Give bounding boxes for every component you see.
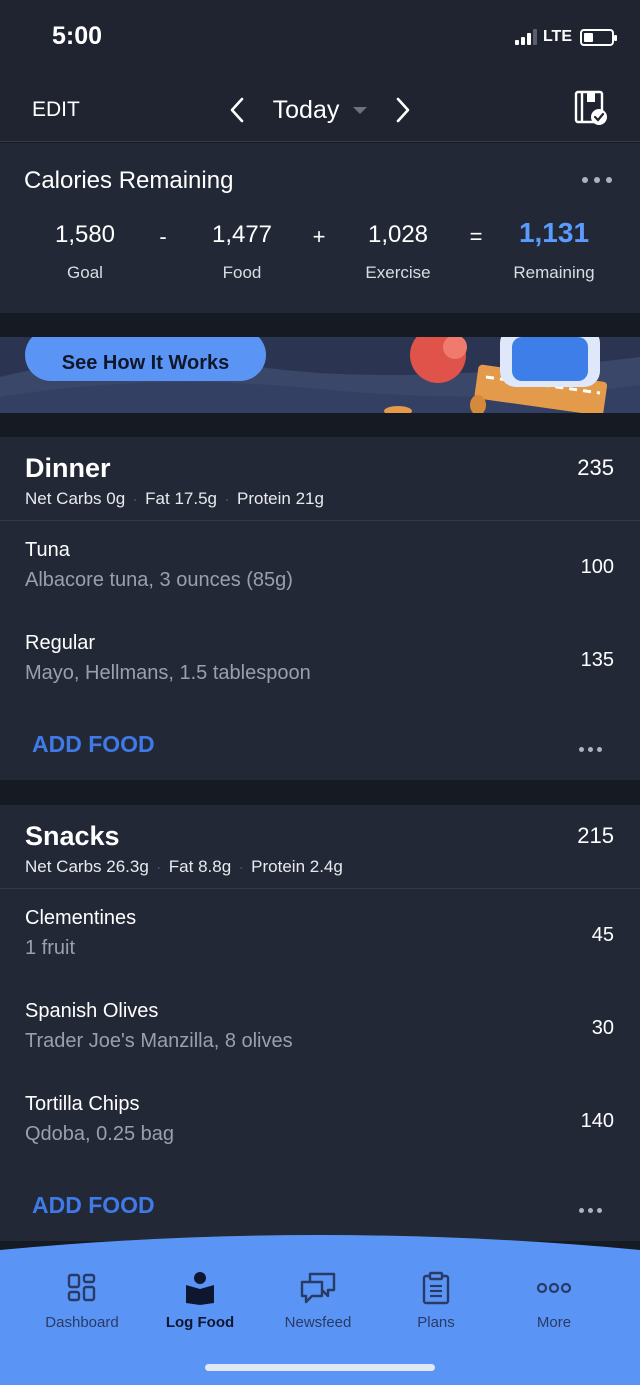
- meal-calories: 235: [577, 455, 614, 480]
- plus-operator: +: [312, 224, 326, 249]
- date-navigator: Today: [0, 92, 640, 128]
- date-label: Today: [272, 95, 340, 124]
- food-name: Regular: [25, 632, 96, 654]
- food-label: Food: [222, 263, 262, 282]
- tab-label: Newsfeed: [284, 1314, 352, 1331]
- more-options-icon[interactable]: [579, 747, 602, 752]
- food-calories: 140: [580, 1110, 614, 1132]
- see-how-it-works-button[interactable]: See How It Works: [25, 337, 266, 381]
- tab-log-food[interactable]: Log Food: [141, 1268, 259, 1331]
- more-options-icon[interactable]: [579, 1208, 602, 1213]
- food-description: Albacore tuna, 3 ounces (85g): [25, 569, 293, 591]
- status-indicators: LTE: [514, 28, 617, 46]
- net-carbs: Net Carbs 0g: [25, 489, 126, 508]
- separator-dot: ·: [225, 492, 229, 506]
- separator-dot: ·: [239, 860, 244, 874]
- fat: Fat 17.5g: [145, 489, 217, 508]
- tab-label: Dashboard: [45, 1314, 119, 1331]
- macro-summary: Net Carbs 26.3g · Fat 8.8g · Protein 2.4…: [25, 857, 343, 877]
- network-label: LTE: [542, 28, 572, 45]
- caret-down-icon: [353, 106, 368, 114]
- chevron-right-icon[interactable]: [385, 92, 421, 128]
- add-food-button[interactable]: ADD FOOD: [32, 1192, 155, 1219]
- dinner-add-row: ADD FOOD: [0, 707, 640, 799]
- chat-bubbles-icon: [259, 1268, 377, 1308]
- food-item-tuna[interactable]: Tuna Albacore tuna, 3 ounces (85g) 100: [0, 521, 640, 614]
- status-time: 5:00: [52, 22, 103, 50]
- top-nav: EDIT Today: [0, 80, 640, 142]
- food-value: 1,477: [211, 221, 273, 248]
- net-carbs: Net Carbs 26.3g: [25, 857, 149, 876]
- tab-newsfeed[interactable]: Newsfeed: [259, 1268, 377, 1331]
- snacks-header[interactable]: Snacks 215 Net Carbs 26.3g · Fat 8.8g · …: [0, 805, 640, 889]
- home-indicator[interactable]: [205, 1364, 435, 1371]
- remaining-label: Remaining: [513, 263, 595, 282]
- calorie-equation: 1,580 Goal - 1,477 Food + 1,028 Exercise…: [0, 217, 640, 291]
- exercise-value: 1,028: [367, 221, 429, 248]
- bottom-tab-bar: Dashboard Log Food Newsfeed Plans More: [0, 1232, 640, 1385]
- meal-name: Snacks: [25, 821, 120, 851]
- tab-label: Plans: [417, 1314, 455, 1331]
- separator-dot: ·: [156, 860, 161, 874]
- more-dots-icon: [495, 1268, 613, 1308]
- tab-dashboard[interactable]: Dashboard: [23, 1268, 141, 1331]
- food-name: Spanish Olives: [25, 1000, 159, 1022]
- add-food-button[interactable]: ADD FOOD: [32, 731, 155, 758]
- dashboard-grid-icon: [23, 1268, 141, 1308]
- food-item-regular[interactable]: Regular Mayo, Hellmans, 1.5 tablespoon 1…: [0, 614, 640, 707]
- status-bar: 5:00 LTE: [0, 0, 640, 80]
- food-calories: 100: [580, 556, 614, 578]
- food-calories: 45: [591, 924, 614, 946]
- tab-plans[interactable]: Plans: [377, 1268, 495, 1331]
- promo-banner[interactable]: See How It Works: [0, 337, 640, 413]
- log-food-book-icon: [141, 1268, 259, 1308]
- remaining-value: 1,131: [518, 217, 590, 248]
- food-description: Qdoba, 0.25 bag: [25, 1123, 175, 1145]
- battery-icon: [580, 28, 617, 46]
- tab-label: Log Food: [165, 1314, 235, 1331]
- snacks-section: Snacks 215 Net Carbs 26.3g · Fat 8.8g · …: [0, 805, 640, 1241]
- chevron-left-icon[interactable]: [219, 92, 255, 128]
- food-calories: 135: [580, 649, 614, 671]
- food-item-clementines[interactable]: Clementines 1 fruit 45: [0, 889, 640, 982]
- protein: Protein 2.4g: [251, 857, 343, 876]
- food-name: Tuna: [25, 539, 70, 561]
- separator-dot: ·: [133, 492, 138, 506]
- fat: Fat 8.8g: [168, 857, 232, 876]
- food-item-tortilla-chips[interactable]: Tortilla Chips Qdoba, 0.25 bag 140: [0, 1075, 640, 1168]
- date-selector[interactable]: Today: [273, 96, 368, 125]
- minus-operator: -: [159, 224, 167, 249]
- dinner-section: Dinner 235 Net Carbs 0g · Fat 17.5g · Pr…: [0, 437, 640, 780]
- food-description: Mayo, Hellmans, 1.5 tablespoon: [25, 662, 311, 684]
- equals-operator: =: [469, 224, 483, 249]
- tab-list: Dashboard Log Food Newsfeed Plans More: [0, 1268, 640, 1331]
- more-options-icon[interactable]: [582, 177, 612, 183]
- tab-more[interactable]: More: [495, 1268, 613, 1331]
- notebook-check-icon[interactable]: [574, 90, 608, 126]
- food-description: Trader Joe's Manzilla, 8 olives: [25, 1030, 293, 1052]
- macro-summary: Net Carbs 0g · Fat 17.5g · Protein 21g: [25, 489, 324, 509]
- tab-label: More: [536, 1314, 572, 1331]
- exercise-label: Exercise: [365, 263, 431, 282]
- food-name: Clementines: [25, 907, 137, 929]
- goal-column: 1,580 Goal: [20, 221, 150, 283]
- goal-label: Goal: [67, 263, 103, 282]
- food-name: Tortilla Chips: [25, 1093, 140, 1115]
- meal-name: Dinner: [25, 453, 111, 483]
- signal-icon: [514, 29, 537, 45]
- dinner-header[interactable]: Dinner 235 Net Carbs 0g · Fat 17.5g · Pr…: [0, 437, 640, 521]
- goal-value: 1,580: [54, 221, 116, 248]
- food-item-spanish-olives[interactable]: Spanish Olives Trader Joe's Manzilla, 8 …: [0, 982, 640, 1075]
- remaining-column: 1,131 Remaining: [489, 217, 619, 283]
- meal-calories: 215: [577, 823, 614, 848]
- food-column: 1,477 Food: [177, 221, 307, 283]
- calories-title: Calories Remaining: [24, 167, 234, 194]
- food-calories: 30: [591, 1017, 614, 1039]
- calories-remaining-card: Calories Remaining 1,580 Goal - 1,477 Fo…: [0, 143, 640, 313]
- clipboard-icon: [377, 1268, 495, 1308]
- exercise-column: 1,028 Exercise: [333, 221, 463, 283]
- protein: Protein 21g: [237, 489, 324, 508]
- food-description: 1 fruit: [25, 937, 76, 959]
